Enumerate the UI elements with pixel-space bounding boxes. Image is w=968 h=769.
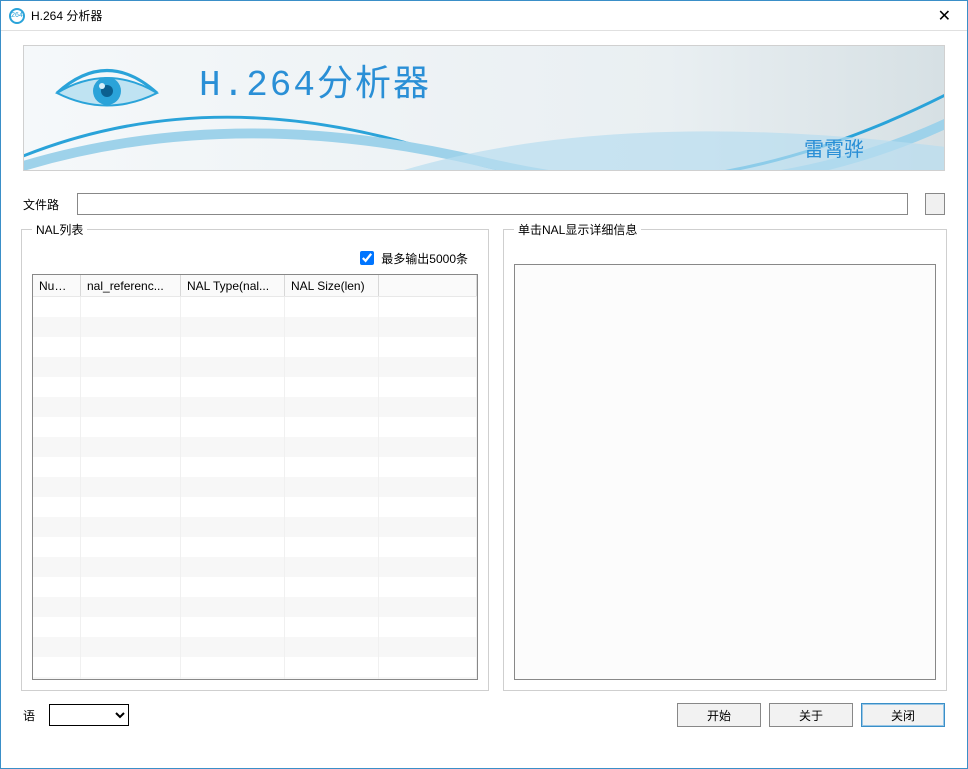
table-row[interactable] [33,457,477,477]
table-row[interactable] [33,417,477,437]
bottom-bar: 语 开始 关于 关闭 [1,691,967,739]
start-button[interactable]: 开始 [677,703,761,727]
nal-detail-textarea[interactable] [514,264,936,680]
nal-table-body[interactable] [33,297,477,679]
nal-table[interactable]: Num... nal_referenc... NAL Type(nal... N… [32,274,478,680]
table-row[interactable] [33,397,477,417]
output-limit-row: 最多输出5000条 [32,246,478,274]
language-label: 语 [23,707,35,724]
table-row[interactable] [33,597,477,617]
table-row[interactable] [33,557,477,577]
table-row[interactable] [33,337,477,357]
table-row[interactable] [33,317,477,337]
nal-list-legend: NAL列表 [32,221,87,238]
table-row[interactable] [33,497,477,517]
table-row[interactable] [33,297,477,317]
about-button[interactable]: 关于 [769,703,853,727]
window-title: H.264 分析器 [31,7,102,24]
close-icon[interactable]: ✕ [930,2,959,30]
table-row[interactable] [33,617,477,637]
col-nal-type[interactable]: NAL Type(nal... [181,275,285,296]
output-limit-label: 最多输出5000条 [381,250,468,267]
table-row[interactable] [33,437,477,457]
middle-area: NAL列表 最多输出5000条 Num... nal_referenc... N… [1,221,967,691]
output-limit-checkbox[interactable] [360,251,374,265]
table-row[interactable] [33,577,477,597]
file-path-label: 文件路 [23,196,59,213]
table-row[interactable] [33,537,477,557]
col-nal-reference[interactable]: nal_referenc... [81,275,181,296]
table-row[interactable] [33,677,477,679]
banner-title: H.264分析器 [199,54,431,106]
app-icon: 264 [9,8,25,24]
col-nal-size[interactable]: NAL Size(len) [285,275,379,296]
close-button[interactable]: 关闭 [861,703,945,727]
banner: H.264分析器 雷霄骅 [23,45,945,171]
col-number[interactable]: Num... [33,275,81,296]
language-select[interactable] [49,704,129,726]
banner-container: H.264分析器 雷霄骅 [1,31,967,179]
table-row[interactable] [33,637,477,657]
nal-table-header: Num... nal_referenc... NAL Type(nal... N… [33,275,477,297]
nal-list-group: NAL列表 最多输出5000条 Num... nal_referenc... N… [21,221,489,691]
banner-author: 雷霄骅 [804,133,864,162]
nal-detail-group: 单击NAL显示详细信息 [503,221,947,691]
table-row[interactable] [33,357,477,377]
table-row[interactable] [33,377,477,397]
file-path-row: 文件路 [1,179,967,221]
nal-detail-legend: 单击NAL显示详细信息 [514,221,641,238]
file-path-input[interactable] [77,193,908,215]
titlebar: 264 H.264 分析器 ✕ [1,1,967,31]
col-spacer [379,275,477,296]
file-browse-button[interactable] [925,193,945,215]
table-row[interactable] [33,477,477,497]
table-row[interactable] [33,657,477,677]
eye-icon [52,58,162,119]
table-row[interactable] [33,517,477,537]
